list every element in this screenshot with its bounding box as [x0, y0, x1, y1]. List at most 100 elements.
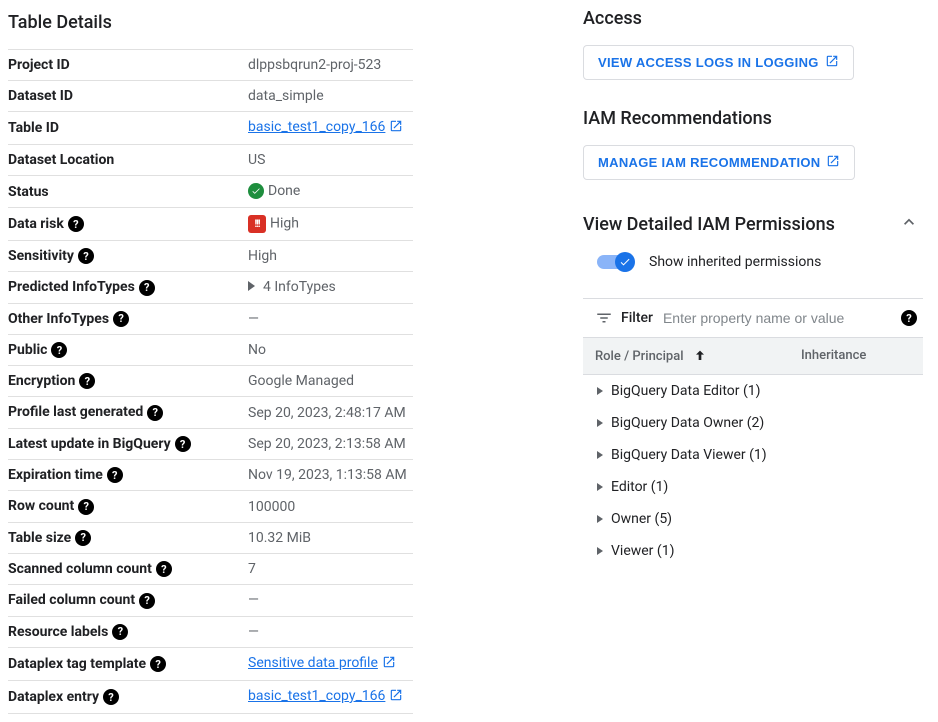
view-access-logs-button[interactable]: VIEW ACCESS LOGS IN LOGGING: [583, 45, 854, 80]
details-value-text: —: [248, 624, 259, 640]
details-value: Sep 20, 2023, 2:48:17 AM: [248, 397, 413, 428]
help-icon[interactable]: [112, 624, 128, 640]
details-value: US: [248, 145, 413, 176]
details-value-text: US: [248, 152, 265, 168]
details-label: Resource labels: [8, 616, 248, 647]
details-value: Google Managed: [248, 366, 413, 397]
status-text: Done: [268, 183, 300, 199]
expand-triangle-icon: [597, 451, 603, 459]
column-role-principal[interactable]: Role / Principal: [595, 348, 801, 364]
expand-triangle-icon: [597, 547, 603, 555]
dataplex_tag_template-link[interactable]: Sensitive data profile: [248, 655, 378, 671]
details-label: Scanned column count: [8, 553, 248, 584]
details-row-sensitivity: SensitivityHigh: [8, 241, 413, 272]
details-value-text: data_simple: [248, 88, 324, 104]
expand-triangle-icon: [597, 387, 603, 395]
details-row-public: Public No: [8, 334, 413, 365]
filter-input[interactable]: [663, 310, 897, 326]
help-icon[interactable]: [901, 310, 917, 326]
details-value-text: Sep 20, 2023, 2:48:17 AM: [248, 405, 406, 421]
details-row-scanned_column_count: Scanned column count 7: [8, 553, 413, 584]
expand-triangle-icon: [597, 515, 603, 523]
details-label: Data risk: [8, 208, 248, 241]
details-label-text: Data risk: [8, 216, 64, 232]
details-label-text: Status: [8, 184, 49, 200]
help-icon[interactable]: [75, 530, 91, 546]
help-icon[interactable]: [78, 499, 94, 515]
chevron-up-icon[interactable]: [895, 208, 923, 240]
details-label: Table ID: [8, 112, 248, 145]
details-value-text: Sep 20, 2023, 2:13:58 AM: [248, 436, 406, 452]
details-value: basic_test1_copy_166: [248, 112, 413, 145]
details-label-text: Dataplex tag template: [8, 656, 146, 672]
details-value-text: 7: [248, 561, 256, 577]
expand-triangle-icon[interactable]: [248, 281, 255, 291]
arrow-up-icon: [692, 348, 708, 364]
access-heading: Access: [583, 8, 923, 29]
dataplex_entry-link[interactable]: basic_test1_copy_166: [248, 688, 385, 704]
details-value: data_simple: [248, 81, 413, 112]
inherited-permissions-toggle[interactable]: [597, 255, 633, 269]
column-label: Role / Principal: [595, 349, 684, 364]
details-label-text: Predicted InfoTypes: [8, 279, 135, 295]
details-label-text: Row count: [8, 498, 74, 514]
help-icon[interactable]: [107, 467, 123, 483]
details-row-dataplex_entry: Dataplex entrybasic_test1_copy_166: [8, 680, 413, 713]
help-icon[interactable]: [150, 656, 166, 672]
help-icon[interactable]: [79, 373, 95, 389]
help-icon[interactable]: [156, 561, 172, 577]
details-label: Predicted InfoTypes: [8, 272, 248, 303]
details-label-text: Table size: [8, 530, 71, 546]
role-row[interactable]: Owner (5): [583, 503, 923, 535]
help-icon[interactable]: [78, 248, 94, 264]
role-name: Viewer (1): [611, 543, 674, 559]
help-icon[interactable]: [175, 436, 191, 452]
manage-iam-recommendation-button[interactable]: MANAGE IAM RECOMMENDATION: [583, 145, 855, 180]
details-row-predicted_infotypes: Predicted InfoTypes4 InfoTypes: [8, 272, 413, 303]
details-value: No: [248, 334, 413, 365]
expand-triangle-icon: [597, 483, 603, 491]
column-inheritance[interactable]: Inheritance: [801, 348, 911, 364]
help-icon[interactable]: [103, 689, 119, 705]
details-label-text: Dataset Location: [8, 152, 114, 168]
details-label-text: Latest update in BigQuery: [8, 436, 171, 452]
help-icon[interactable]: [139, 280, 155, 296]
details-value: 100000: [248, 491, 413, 522]
help-icon[interactable]: [139, 593, 155, 609]
details-value: Done: [248, 176, 413, 208]
details-row-project_id: Project IDdlppsbqrun2-proj-523: [8, 50, 413, 81]
iam-recommendations-heading: IAM Recommendations: [583, 108, 923, 129]
role-name: BigQuery Data Owner (2): [611, 415, 764, 431]
table_id-link[interactable]: basic_test1_copy_166: [248, 119, 385, 135]
details-label-text: Project ID: [8, 57, 70, 73]
details-label: Sensitivity: [8, 241, 248, 272]
help-icon[interactable]: [51, 342, 67, 358]
details-label: Project ID: [8, 50, 248, 81]
details-value-text: —: [248, 592, 259, 608]
filter-icon: [595, 309, 613, 327]
role-name: BigQuery Data Editor (1): [611, 383, 761, 399]
details-row-encryption: Encryption Google Managed: [8, 366, 413, 397]
role-row[interactable]: Editor (1): [583, 471, 923, 503]
details-label-text: Scanned column count: [8, 561, 152, 577]
details-label: Encryption: [8, 366, 248, 397]
details-value: —: [248, 585, 413, 616]
details-label-text: Encryption: [8, 373, 75, 389]
details-label: Dataplex tag template: [8, 647, 248, 680]
help-icon[interactable]: [147, 405, 163, 421]
details-table: Project IDdlppsbqrun2-proj-523Dataset ID…: [8, 49, 413, 714]
details-label: Public: [8, 334, 248, 365]
help-icon[interactable]: [68, 216, 84, 232]
role-row[interactable]: BigQuery Data Editor (1): [583, 375, 923, 407]
external-link-icon: [825, 54, 839, 71]
details-label-text: Public: [8, 342, 47, 358]
filter-bar: Filter: [583, 298, 923, 337]
role-row[interactable]: BigQuery Data Owner (2): [583, 407, 923, 439]
help-icon[interactable]: [113, 311, 129, 327]
role-row[interactable]: BigQuery Data Viewer (1): [583, 439, 923, 471]
role-row[interactable]: Viewer (1): [583, 535, 923, 567]
status-done: Done: [248, 183, 300, 199]
inherited-permissions-toggle-row: Show inherited permissions: [597, 254, 923, 270]
details-label-text: Expiration time: [8, 467, 103, 483]
details-row-dataplex_tag_template: Dataplex tag template Sensitive data prof…: [8, 647, 413, 680]
